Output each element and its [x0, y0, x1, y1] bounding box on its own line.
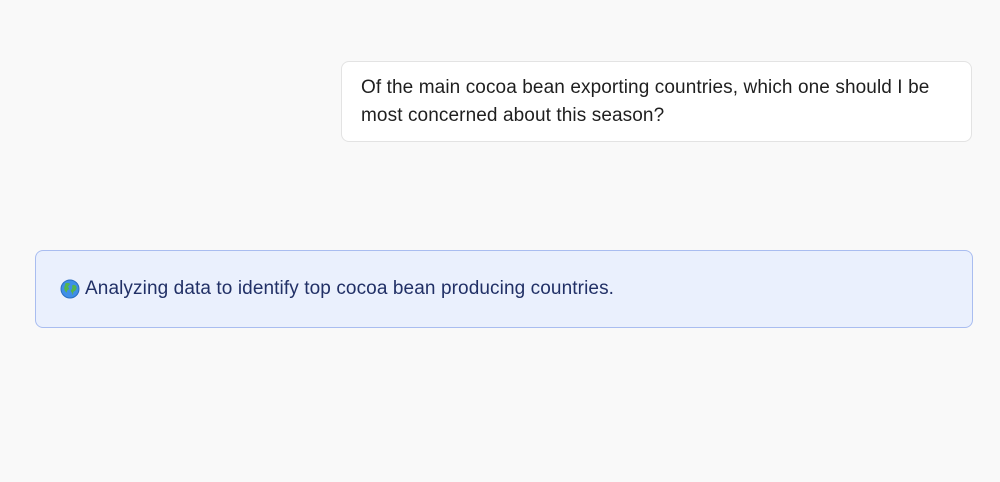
assistant-status-message: Analyzing data to identify top cocoa bea…: [35, 250, 973, 328]
globe-icon: [60, 279, 80, 299]
user-message-bubble: Of the main cocoa bean exporting countri…: [341, 61, 972, 142]
user-message-text: Of the main cocoa bean exporting countri…: [361, 77, 930, 126]
status-text: Analyzing data to identify top cocoa bea…: [85, 278, 615, 299]
chat-page: Of the main cocoa bean exporting countri…: [0, 0, 1000, 482]
